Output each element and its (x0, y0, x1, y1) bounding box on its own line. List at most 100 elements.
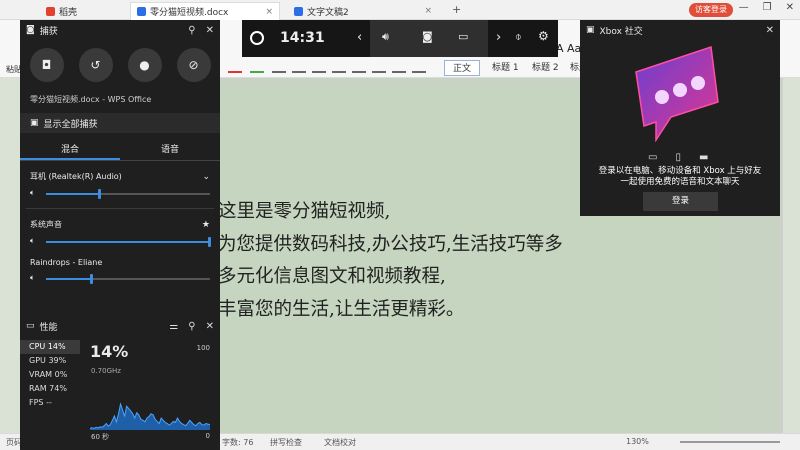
distribute-icon[interactable] (372, 61, 386, 73)
metric-value: -- (46, 398, 52, 407)
doc-line: 为您提供数码科技,办公技巧,生活技巧等多 (218, 233, 563, 255)
pin-icon[interactable]: ⚲ (188, 321, 195, 332)
capture-app-name: 零分猫短视频.docx - WPS Office (30, 95, 152, 104)
login-button[interactable]: 登录 (643, 192, 718, 211)
chevron-right-icon[interactable]: › (496, 30, 501, 45)
star-icon[interactable]: ★ (202, 220, 210, 230)
slider-fill (46, 241, 210, 243)
slider-knob[interactable] (208, 237, 211, 247)
document-proofread[interactable]: 文档校对 (324, 437, 356, 448)
system-volume-slider[interactable]: 🔈︎ (30, 236, 211, 248)
cpu-frequency: 0.70GHz (91, 367, 121, 375)
pin-icon[interactable]: ⚲ (188, 25, 195, 36)
visitor-login-button[interactable]: 访客登录 (689, 3, 733, 17)
mouse-icon[interactable]: ⌽ (515, 30, 522, 44)
tab-dake[interactable]: 稻壳 (40, 2, 83, 20)
close-button[interactable]: ✕ (786, 2, 794, 13)
metric-label: RAM (29, 384, 47, 393)
speaker-icon[interactable]: 🔊︎ (382, 30, 389, 44)
xbox-logo-icon[interactable] (250, 31, 264, 45)
show-all-label: 显示全部捕获 (43, 119, 98, 130)
capture-title: 捕获 (39, 26, 58, 37)
align-right-icon[interactable] (332, 61, 346, 73)
capture-icon[interactable]: ◙ (422, 30, 433, 43)
audio-device-headphones[interactable]: 耳机 (Realtek(R) Audio) ⌄ (20, 171, 220, 182)
slider-track (46, 237, 211, 247)
chevron-left-icon[interactable]: ‹ (357, 30, 362, 45)
slider-track (46, 274, 210, 284)
zoom-level[interactable]: 130% (626, 437, 649, 446)
metric-label: VRAM (29, 370, 53, 379)
record-last-button[interactable]: ↺ (78, 48, 113, 82)
tab-mix[interactable]: 混合 (20, 141, 120, 160)
divider (26, 208, 214, 209)
device-name: 系统声音 (30, 220, 62, 229)
headphone-volume-slider[interactable]: 🔈︎ (30, 188, 210, 200)
metric-gpu[interactable]: GPU 39% (20, 354, 80, 368)
tab-document[interactable]: 零分猫短视频.docx × (130, 2, 280, 20)
document-body[interactable]: 这里是零分猫短视频, 为您提供数码科技,办公技巧,生活技巧等多 多元化信息图文和… (218, 196, 563, 326)
font-size-controls[interactable]: A Aa (556, 42, 581, 55)
wps-tab-bar: 稻壳 零分猫短视频.docx × 文字文稿2 × + 访客登录 — ❐ ✕ (0, 0, 800, 20)
style-heading-2[interactable]: 标题 2 (524, 60, 567, 76)
close-icon[interactable]: ✕ (206, 321, 214, 332)
record-button[interactable]: ● (127, 48, 162, 82)
align-left-icon[interactable] (292, 61, 306, 73)
cpu-usage-graph (90, 402, 210, 430)
line-spacing-icon[interactable] (392, 61, 406, 73)
metric-fps[interactable]: FPS -- (20, 396, 80, 410)
metric-ram[interactable]: RAM 74% (20, 382, 80, 396)
tab-close-icon[interactable]: × (424, 6, 432, 16)
app-volume-slider[interactable]: 🔈︎ (30, 273, 210, 285)
performance-icon: ▭ (26, 321, 35, 331)
left-panel (0, 78, 20, 434)
gallery-icon: ▣ (30, 118, 39, 128)
align-center-icon[interactable] (312, 61, 326, 73)
social-message-line: 一起使用免费的语音和文本聊天 (620, 177, 740, 187)
doc-line: 这里是零分猫短视频, (218, 201, 391, 222)
chat-bubble-icon (635, 45, 719, 142)
metric-cpu[interactable]: CPU 14% (20, 340, 80, 354)
slider-knob[interactable] (89, 274, 93, 284)
font-color-icon[interactable] (228, 61, 242, 73)
gear-icon[interactable]: ⚙ (538, 29, 549, 43)
replay-icon: ↺ (90, 58, 101, 72)
spell-check[interactable]: 拼写检查 (270, 437, 302, 448)
screenshot-button[interactable]: ◘ (29, 48, 64, 82)
style-body[interactable]: 正文 (444, 60, 481, 76)
wps-writer-icon (294, 6, 303, 16)
slider-track (46, 189, 210, 199)
performance-title-bar: ▭ 性能 ⚌ ⚲ ✕ (20, 316, 220, 336)
window-controls: — ❐ ✕ (739, 2, 794, 13)
performance-icon[interactable]: ▭ (458, 30, 468, 43)
minimize-button[interactable]: — (739, 2, 749, 13)
maximize-button[interactable]: ❐ (763, 2, 772, 13)
char-shading-icon[interactable] (272, 61, 286, 73)
style-heading-1[interactable]: 标题 1 (484, 60, 527, 76)
show-all-captures-button[interactable]: ▣ 显示全部捕获 (20, 113, 220, 133)
widget-menu: 🔊︎ ◙ ▭ (370, 20, 488, 57)
social-title-bar: ▣ Xbox 社交 ✕ (580, 20, 780, 40)
tab-document-2[interactable]: 文字文稿2 × (288, 2, 438, 20)
new-tab-button[interactable]: + (452, 3, 461, 16)
metric-vram[interactable]: VRAM 0% (20, 368, 80, 382)
zoom-slider[interactable] (680, 441, 780, 443)
slider-knob[interactable] (98, 189, 102, 199)
chevron-down-icon[interactable]: ⌄ (202, 172, 210, 182)
word-count[interactable]: 字数: 76 (222, 437, 253, 448)
close-icon[interactable]: ✕ (206, 25, 214, 36)
borders-icon[interactable] (412, 61, 426, 73)
phone-icon: ▯ (675, 152, 681, 163)
close-icon[interactable]: ✕ (766, 25, 774, 36)
cpu-usage-value: 14% (90, 342, 129, 361)
mic-toggle-button[interactable]: ⊘ (176, 48, 211, 82)
options-icon[interactable]: ⚌ (169, 321, 178, 332)
record-dot-icon: ● (139, 58, 150, 72)
metric-list: CPU 14% GPU 39% VRAM 0% RAM 74% FPS -- (20, 340, 80, 410)
tab-voice[interactable]: 语音 (120, 141, 220, 160)
highlight-icon[interactable] (250, 61, 264, 73)
pc-icon: ▭ (648, 152, 658, 163)
tab-close-icon[interactable]: × (265, 7, 273, 17)
justify-icon[interactable] (352, 61, 366, 73)
console-icon: ▬ (698, 152, 709, 163)
